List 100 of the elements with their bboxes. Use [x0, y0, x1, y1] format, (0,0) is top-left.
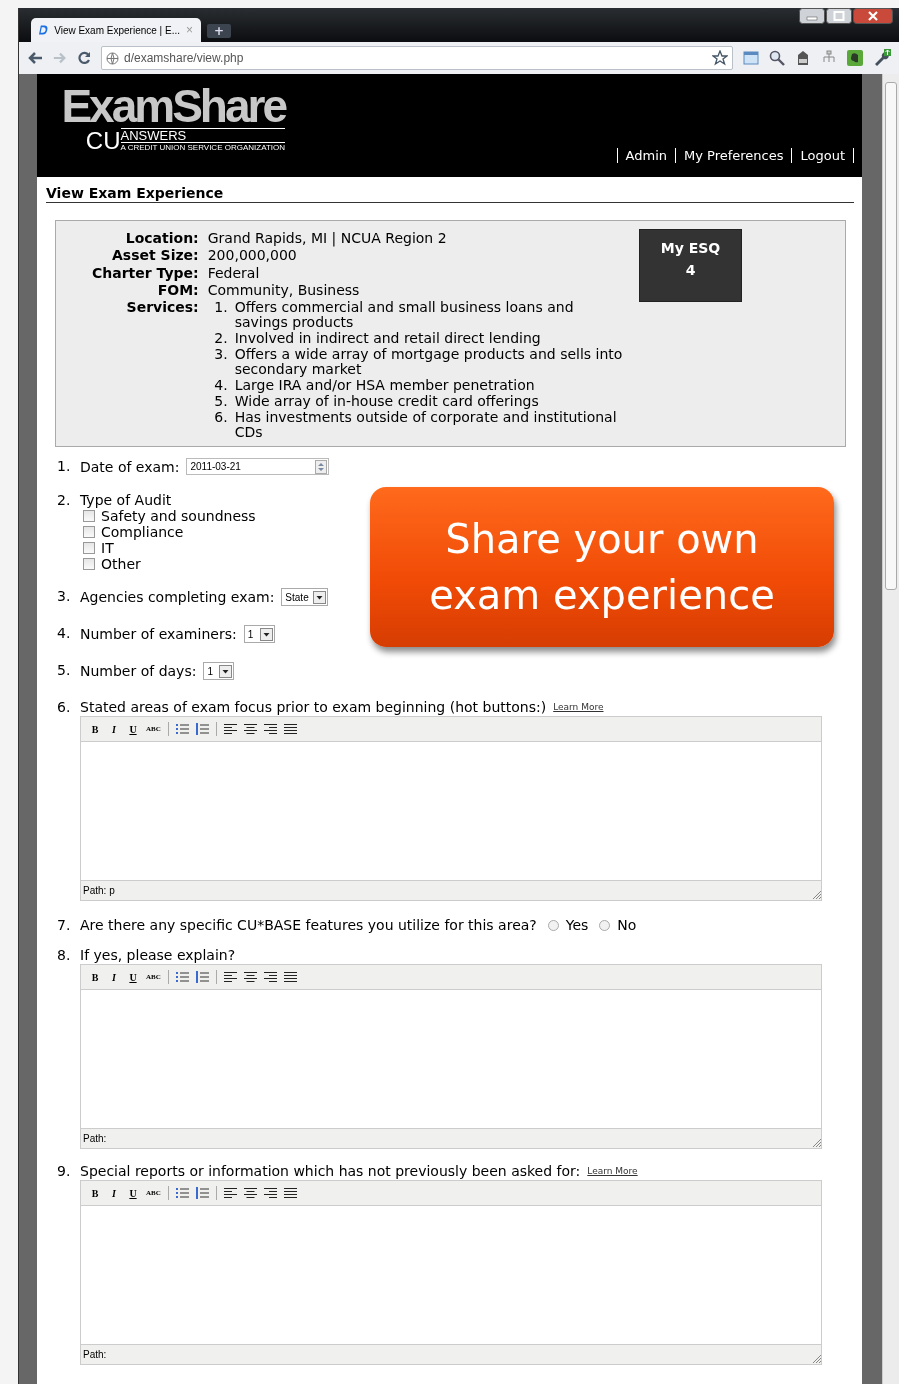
format-button[interactable]: U: [127, 971, 139, 983]
checkbox[interactable]: [83, 526, 95, 538]
list-number: 4.: [213, 378, 228, 394]
list-number: 1.: [213, 300, 228, 318]
format-button[interactable]: U: [127, 1187, 139, 1199]
checkbox-label: Safety and soundness: [101, 508, 256, 524]
numbered-list-icon[interactable]: [195, 1187, 209, 1199]
close-icon[interactable]: [853, 8, 893, 24]
format-button[interactable]: B: [89, 723, 101, 735]
list-number: 2.: [213, 331, 228, 347]
field-value: Grand Rapids, MI | NCUA Region 2: [207, 230, 448, 248]
question-label: Stated areas of exam focus prior to exam beginning (hot buttons:): [80, 699, 547, 715]
align-right-icon[interactable]: [263, 1187, 277, 1199]
checkbox[interactable]: [83, 510, 95, 522]
editor-path: Path:: [83, 1348, 107, 1362]
bullet-list-icon[interactable]: [175, 1187, 189, 1199]
tab-title: View Exam Experience | E...: [54, 24, 180, 36]
service-text: Large IRA and/or HSA member penetration: [234, 378, 535, 394]
field-value: 200,000,000: [207, 247, 298, 265]
format-button[interactable]: I: [108, 723, 120, 735]
field-value: Federal: [207, 264, 261, 282]
service-text: Has investments outside of corporate and institutional CDs: [234, 410, 618, 441]
align-center-icon[interactable]: [243, 1187, 257, 1199]
spinner-icon[interactable]: [315, 459, 328, 474]
field-label: Services:: [125, 299, 199, 318]
align-left-icon[interactable]: [223, 723, 237, 735]
align-right-icon[interactable]: [263, 723, 277, 735]
question-number: 6.: [57, 699, 71, 717]
question-label: Type of Audit: [80, 492, 173, 508]
align-center-icon[interactable]: [243, 971, 257, 983]
maximize-icon[interactable]: [826, 8, 852, 24]
align-left-icon[interactable]: [223, 971, 237, 983]
editor-path: Path:: [83, 1132, 107, 1146]
resize-handle-icon[interactable]: [813, 891, 821, 899]
service-text: Involved in indirect and retail direct lending: [234, 331, 541, 347]
question-number: 7.: [57, 917, 71, 933]
format-button[interactable]: I: [108, 1187, 120, 1199]
scrollbar[interactable]: [882, 74, 899, 1384]
radio-label: Yes: [565, 917, 589, 933]
radio-button[interactable]: [599, 919, 611, 931]
list-number: 5.: [213, 394, 228, 410]
dropdown[interactable]: 1: [203, 662, 235, 680]
question-label: Agencies completing exam:: [80, 589, 275, 605]
question-label: Number of days:: [80, 663, 197, 679]
checkbox[interactable]: [83, 558, 95, 570]
learn-more-link[interactable]: Learn More: [587, 1166, 638, 1176]
field-label: Asset Size:: [111, 247, 199, 265]
service-text: Wide array of in-house credit card offerings: [234, 394, 539, 410]
align-right-icon[interactable]: [263, 971, 277, 983]
radio-label: No: [617, 917, 637, 933]
field-label: Charter Type:: [92, 264, 199, 282]
format-button[interactable]: U: [127, 723, 139, 735]
question-number: 4.: [57, 625, 71, 643]
justify-icon[interactable]: [283, 723, 297, 735]
question-label: Special reports or information which has not previously been asked for:: [80, 1163, 581, 1179]
new-tab-button[interactable]: +: [207, 24, 232, 38]
bullet-list-icon[interactable]: [175, 971, 189, 983]
dropdown[interactable]: 1: [243, 625, 275, 643]
justify-icon[interactable]: [283, 1187, 297, 1199]
learn-more-link[interactable]: Learn More: [553, 702, 604, 712]
numbered-list-icon[interactable]: [195, 971, 209, 983]
format-button[interactable]: I: [108, 971, 120, 983]
question-label: Are there any specific CU*BASE features you utilize for this area?: [80, 917, 537, 933]
reload-icon[interactable]: [77, 51, 91, 65]
esq-value: 4: [685, 262, 696, 278]
format-button[interactable]: B: [89, 971, 101, 983]
checkbox[interactable]: [83, 542, 95, 554]
minimize-icon[interactable]: [799, 8, 825, 24]
justify-icon[interactable]: [283, 971, 297, 983]
dropdown[interactable]: State: [281, 588, 328, 606]
date-field[interactable]: 2011-03-21: [186, 458, 330, 475]
list-number: 6.: [213, 410, 228, 428]
resize-handle-icon[interactable]: [813, 1139, 821, 1147]
question-number: 3.: [57, 588, 71, 606]
browser-tab[interactable]: View Exam Experience | E... ×: [31, 18, 201, 42]
align-left-icon[interactable]: [223, 1187, 237, 1199]
question-label: If yes, please explain?: [80, 947, 236, 963]
magnifier-icon[interactable]: [769, 50, 785, 66]
numbered-list-icon[interactable]: [195, 723, 209, 735]
favicon-icon: [39, 24, 49, 36]
nav-link[interactable]: Admin: [617, 148, 676, 163]
address-bar[interactable]: d/examshare/view.php: [101, 46, 733, 70]
nav-link[interactable]: Logout: [792, 148, 854, 163]
question-number: 8.: [57, 947, 71, 965]
back-icon[interactable]: [27, 51, 43, 65]
service-text: Offers commercial and small business loans and savings products: [234, 300, 575, 331]
checkbox-label: Compliance: [101, 524, 184, 540]
window-icon[interactable]: [743, 51, 759, 65]
star-icon[interactable]: [712, 50, 728, 66]
format-button[interactable]: B: [89, 1187, 101, 1199]
page-title: View Exam Experience: [46, 185, 854, 203]
bullet-list-icon[interactable]: [175, 723, 189, 735]
radio-button[interactable]: [547, 919, 559, 931]
align-center-icon[interactable]: [243, 723, 257, 735]
callout-text: Share your own: [445, 515, 759, 563]
question-number: 9.: [57, 1163, 71, 1181]
wrench-icon[interactable]: [873, 49, 891, 67]
question-number: 1.: [57, 458, 71, 475]
resize-handle-icon[interactable]: [813, 1355, 821, 1363]
nav-link[interactable]: My Preferences: [676, 148, 793, 163]
